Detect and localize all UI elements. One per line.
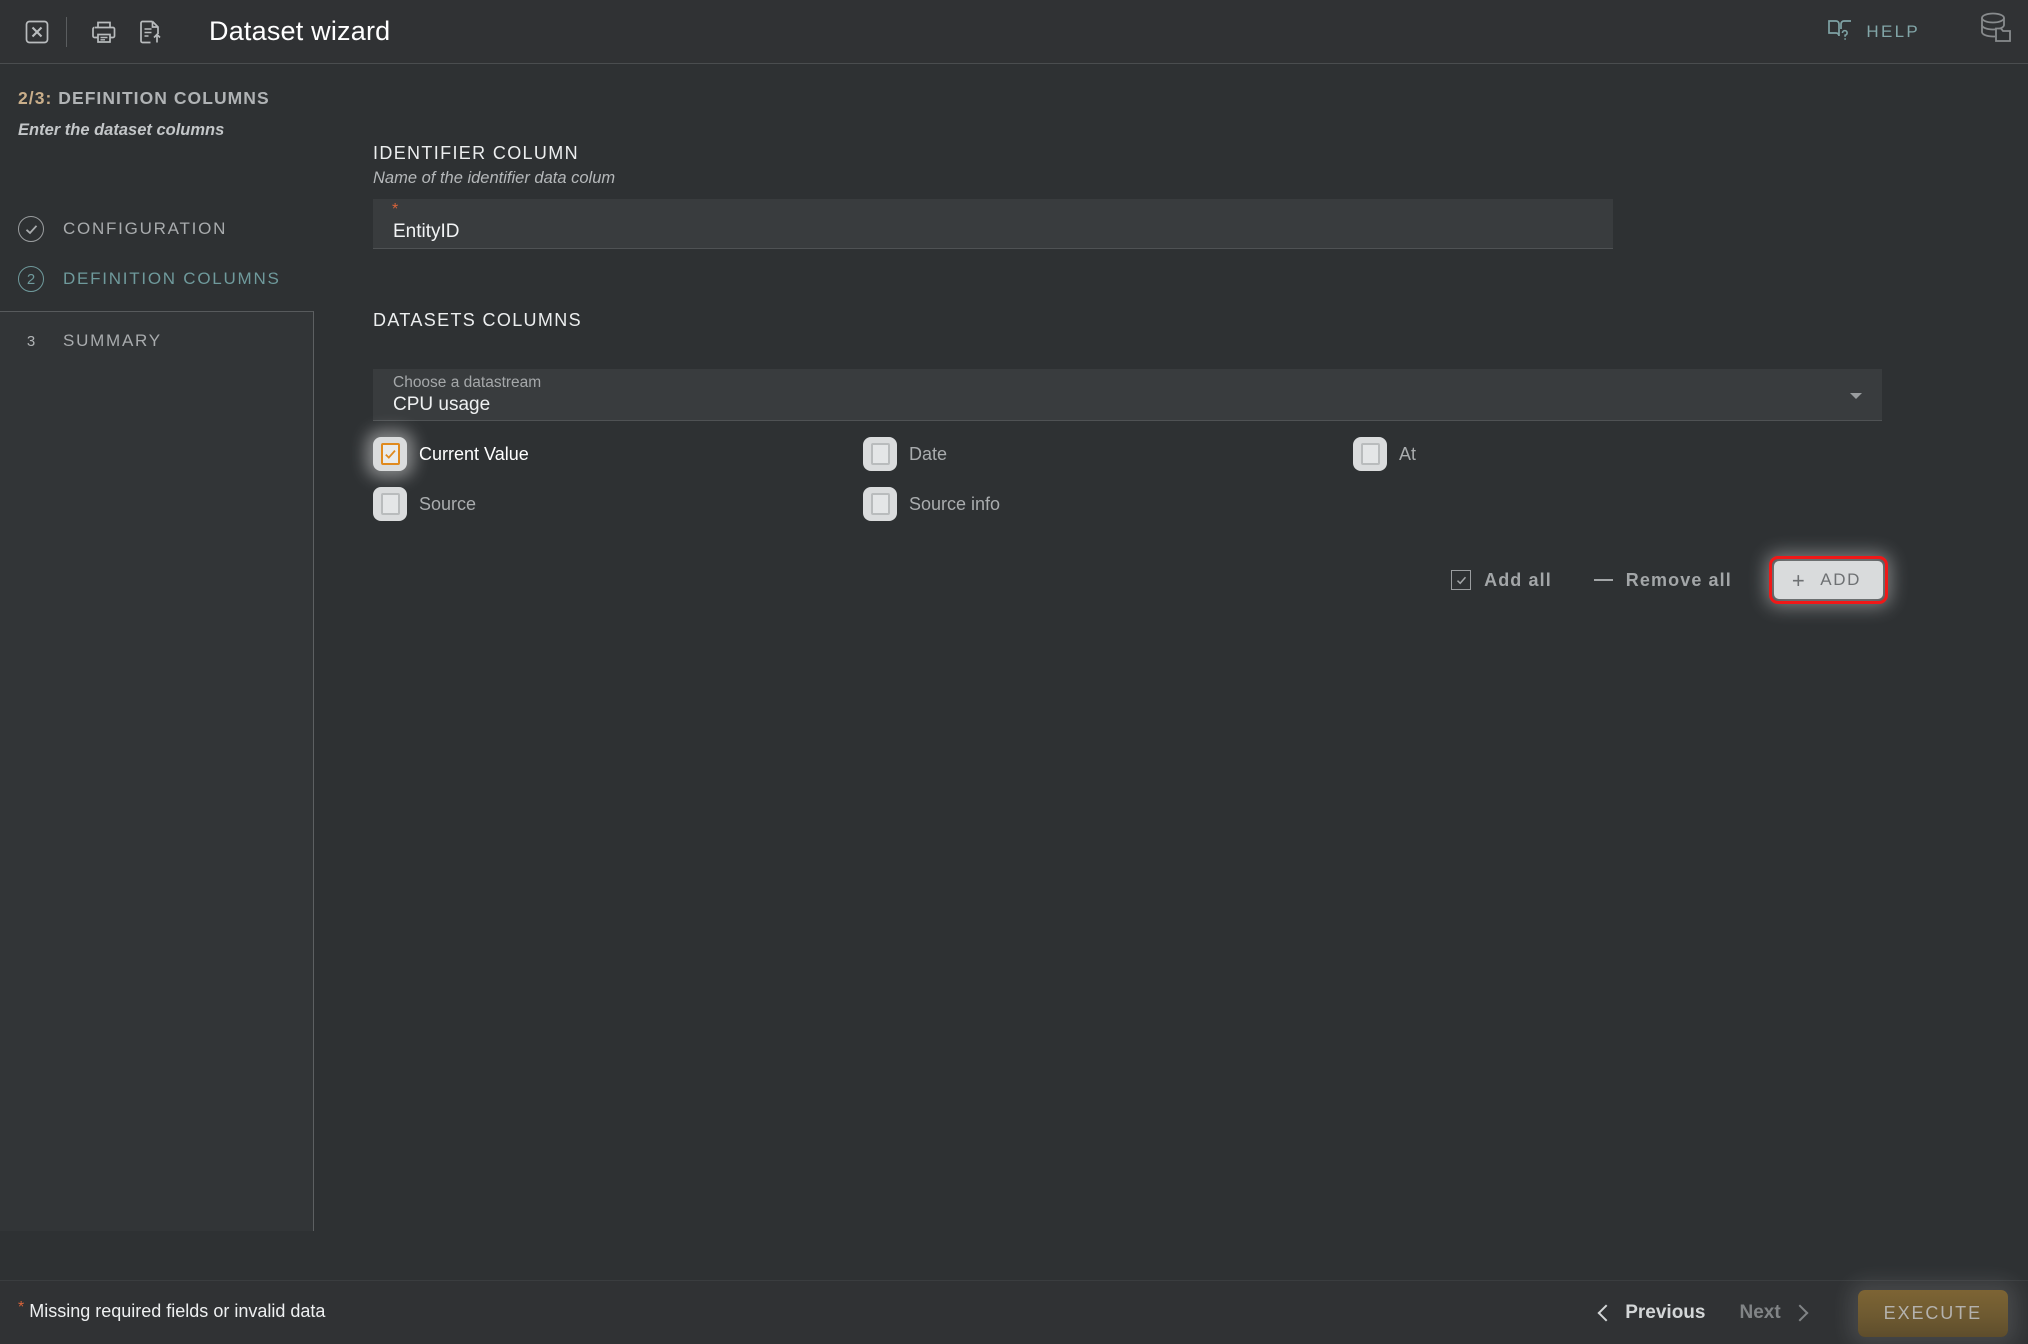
checkbox-label-at: At — [1399, 443, 1417, 464]
step-number-2: 2 — [18, 266, 44, 292]
sidebar-item-definition-columns[interactable]: 2 DEFINITION COLUMNS — [0, 254, 315, 304]
checkbox-label-current-value: Current Value — [419, 443, 529, 464]
wizard-sidebar: 2/3: DEFINITION COLUMNS Enter the datase… — [0, 64, 315, 1280]
checkbox-item-source-info[interactable]: Source info — [863, 479, 1353, 529]
checkbox-unchecked-icon[interactable] — [1353, 437, 1387, 471]
column-checkbox-grid: Current Value Date At Source Source info — [373, 429, 1883, 529]
chevron-left-icon — [1597, 1304, 1615, 1322]
help-button[interactable]: HELP — [1827, 17, 1920, 46]
checkbox-item-empty — [1353, 479, 1843, 529]
checkbox-icon — [1451, 570, 1472, 590]
datastream-select[interactable]: Choose a datastream CPU usage — [373, 369, 1882, 421]
help-book-icon — [1827, 17, 1853, 46]
checkbox-row: Current Value Date At — [373, 429, 1883, 479]
chevron-right-icon — [1791, 1304, 1809, 1322]
identifier-column-title: IDENTIFIER COLUMN — [373, 143, 579, 163]
add-button[interactable]: + ADD — [1773, 561, 1883, 599]
checkbox-label-source-info: Source info — [909, 493, 1001, 514]
plus-icon: + — [1791, 567, 1807, 593]
identifier-column-subtitle: Name of the identifier data colum — [373, 169, 616, 187]
sidebar-item-configuration[interactable]: CONFIGURATION — [0, 204, 315, 254]
sidebar-step-heading: 2/3: DEFINITION COLUMNS — [18, 88, 270, 109]
validation-message-text: Missing required fields or invalid data — [29, 1301, 326, 1321]
validation-message: * Missing required fields or invalid dat… — [18, 1299, 326, 1322]
required-marker: * — [392, 201, 399, 218]
previous-label: Previous — [1625, 1302, 1706, 1323]
chevron-down-icon[interactable] — [1850, 393, 1862, 399]
header-actions: HELP — [1827, 10, 2028, 53]
footer-actions: Previous Next EXECUTE — [1597, 1281, 2008, 1344]
identifier-column-value: EntityID — [393, 221, 460, 242]
remove-all-button[interactable]: Remove all — [1593, 569, 1732, 591]
previous-button[interactable]: Previous — [1597, 1302, 1706, 1324]
dataset-wizard-window: Dataset wizard HELP 2/3: DEFINITION COLU… — [0, 0, 2028, 1344]
checkbox-unchecked-icon[interactable] — [373, 487, 407, 521]
checkbox-label-date: Date — [909, 443, 948, 464]
checkbox-item-source[interactable]: Source — [373, 479, 863, 529]
sidebar-subtitle: Enter the dataset columns — [18, 121, 225, 139]
next-button[interactable]: Next — [1739, 1302, 1809, 1324]
datastream-select-label: Choose a datastream — [393, 374, 542, 391]
document-export-icon[interactable] — [127, 9, 173, 55]
required-marker: * — [18, 1299, 25, 1316]
sidebar-step-name: DEFINITION COLUMNS — [58, 88, 270, 108]
checkbox-row: Source Source info — [373, 479, 1883, 529]
checkbox-checked-icon[interactable] — [373, 437, 407, 471]
add-button-wrapper: + ADD — [1768, 556, 1888, 604]
sidebar-label-configuration: CONFIGURATION — [63, 219, 228, 238]
checkbox-unchecked-icon[interactable] — [863, 487, 897, 521]
checkbox-unchecked-icon[interactable] — [863, 437, 897, 471]
datastream-select-value: CPU usage — [393, 394, 491, 415]
next-label: Next — [1739, 1302, 1781, 1323]
close-icon[interactable] — [14, 9, 60, 55]
checkbox-item-date[interactable]: Date — [863, 429, 1353, 479]
checkbox-label-source: Source — [419, 493, 477, 514]
checkbox-item-at[interactable]: At — [1353, 429, 1843, 479]
minus-icon — [1593, 579, 1613, 581]
checkbox-item-current-value[interactable]: Current Value — [373, 429, 863, 479]
sidebar-step-counter: 2/3: — [18, 88, 53, 108]
column-actions-row: Add all Remove all + ADD — [373, 556, 1888, 604]
window-footer: * Missing required fields or invalid dat… — [0, 1280, 2028, 1344]
window-header: Dataset wizard HELP — [0, 0, 2028, 64]
add-button-label: ADD — [1820, 570, 1861, 589]
help-label: HELP — [1866, 21, 1920, 41]
sidebar-label-definition-columns: DEFINITION COLUMNS — [63, 269, 281, 288]
wizard-main-content: IDENTIFIER COLUMN Name of the identifier… — [315, 64, 2028, 1280]
execute-button[interactable]: EXECUTE — [1857, 1289, 2008, 1337]
identifier-column-input[interactable]: * EntityID — [373, 199, 1613, 249]
print-icon[interactable] — [81, 9, 127, 55]
header-divider — [66, 16, 67, 47]
check-circle-icon — [18, 216, 44, 242]
page-title: Dataset wizard — [209, 16, 391, 46]
database-stack-icon[interactable] — [1974, 10, 2014, 53]
remove-all-label: Remove all — [1625, 569, 1732, 590]
sidebar-label-summary: SUMMARY — [63, 331, 162, 350]
step-number-3: 3 — [26, 332, 36, 350]
wizard-step-list: CONFIGURATION 2 DEFINITION COLUMNS — [0, 204, 315, 304]
sidebar-item-summary[interactable]: 3 SUMMARY — [0, 311, 314, 371]
add-all-button[interactable]: Add all — [1451, 570, 1552, 591]
add-all-label: Add all — [1484, 569, 1552, 590]
sidebar-summary-panel — [0, 311, 314, 1231]
datasets-columns-title: DATASETS COLUMNS — [373, 310, 582, 330]
